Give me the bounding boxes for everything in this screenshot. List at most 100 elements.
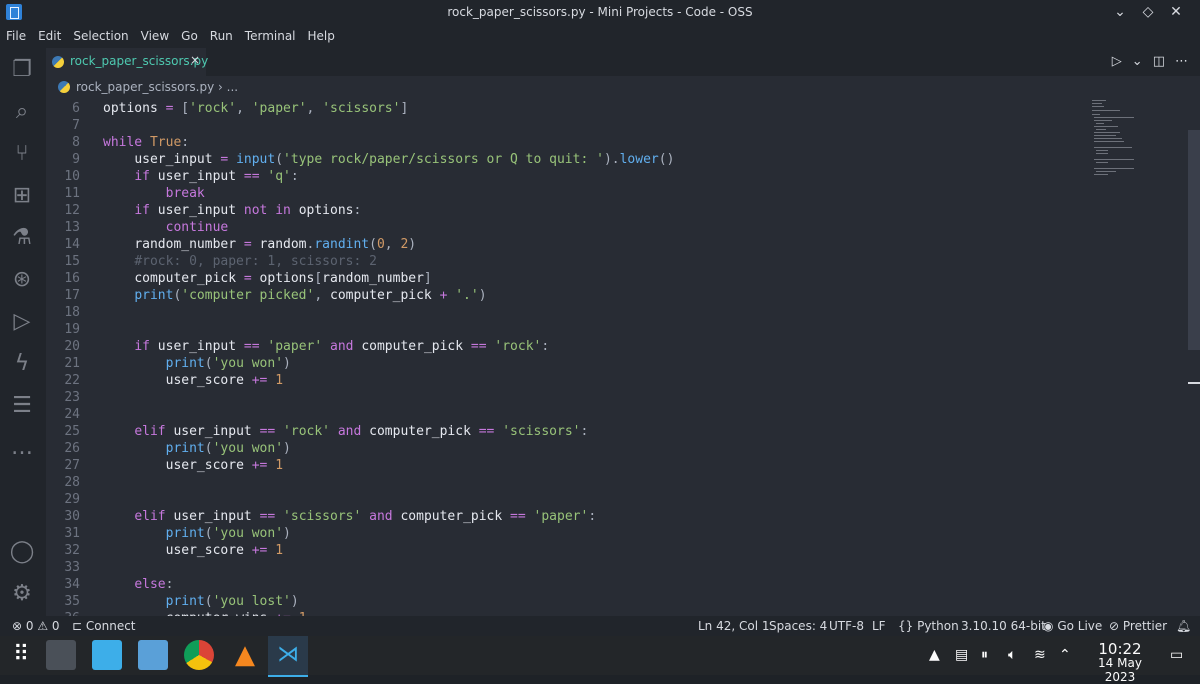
database-icon[interactable]: ☰ (8, 392, 36, 420)
code-text: if user_input not in options: (134, 203, 362, 218)
menu-run[interactable]: Run (204, 26, 239, 48)
clipboard-icon[interactable]: ▤ (955, 647, 968, 663)
eol-status[interactable]: LF (872, 619, 886, 633)
minimap[interactable] (1090, 98, 1160, 178)
tab-label: rock_paper_scissors.py (70, 54, 209, 68)
line-number: 10 (64, 169, 80, 184)
vlc-icon[interactable]: ▲ (230, 640, 260, 670)
code-line: 6 options = ['rock', 'paper', 'scissors'] (46, 100, 1146, 117)
system-clock[interactable]: 10:22 14 May 2023 (1086, 640, 1154, 684)
code-line: 35 print('you lost') (46, 593, 1146, 610)
minimize-icon[interactable]: ⌄ (1112, 4, 1128, 20)
line-number: 30 (64, 509, 80, 524)
tab-close-icon[interactable]: × (190, 53, 200, 67)
menu-edit[interactable]: Edit (32, 26, 67, 48)
menu-help[interactable]: Help (302, 26, 341, 48)
volume-icon[interactable]: 🔈︎ (1008, 647, 1016, 663)
menu-view[interactable]: View (135, 26, 175, 48)
tray-expand-icon[interactable]: ⌃ (1059, 647, 1071, 663)
settings-gear-icon[interactable]: ⚙ (8, 580, 36, 608)
prettier-status[interactable]: ⊘ Prettier (1109, 619, 1167, 633)
menu-selection[interactable]: Selection (67, 26, 134, 48)
python-interpreter[interactable]: 3.10.10 64-bit (961, 619, 1046, 633)
menu-file[interactable]: File (0, 26, 32, 48)
code-text: if user_input == 'paper' and computer_pi… (134, 339, 550, 354)
indentation-status[interactable]: Spaces: 4 (769, 619, 827, 633)
line-number: 24 (64, 407, 80, 422)
title-bar: rock_paper_scissors.py - Mini Projects -… (0, 0, 1200, 26)
code-text: while True: (103, 135, 190, 150)
extensions-icon[interactable]: ⊞ (8, 182, 36, 210)
code-line: 11 break (46, 185, 1146, 202)
line-number: 33 (64, 560, 80, 575)
connect-label: Connect (85, 619, 136, 633)
maximize-icon[interactable]: ◇ (1140, 4, 1156, 20)
code-line: 24 (46, 406, 1146, 423)
testing-icon[interactable]: ⚗ (8, 224, 36, 252)
code-line: 30 elif user_input == 'scissors' and com… (46, 508, 1146, 525)
line-number: 11 (64, 186, 80, 201)
plug-icon: ⊏ (72, 619, 83, 633)
notifications-bell-icon[interactable]: 🔔︎ (1176, 619, 1191, 633)
source-control-icon[interactable]: ⑂ (8, 140, 36, 168)
encoding-status[interactable]: UTF-8 (829, 619, 864, 633)
breadcrumb-file[interactable]: rock_paper_scissors.py › ... (76, 80, 238, 94)
tab-rock-paper-scissors[interactable]: rock_paper_scissors.py × (46, 48, 209, 76)
split-editor-icon[interactable]: ◫ (1153, 54, 1165, 69)
vlc-tray-icon[interactable]: ▲ (929, 647, 940, 663)
app-launcher-icon[interactable]: ⠿ (6, 640, 36, 670)
git-graph-icon[interactable]: ⊛ (8, 266, 36, 294)
connect-status[interactable]: ⊏ Connect (72, 619, 136, 633)
line-number: 28 (64, 475, 80, 490)
wifi-icon[interactable]: ≋ (1034, 647, 1046, 663)
code-text: print('you lost') (165, 594, 299, 609)
code-editor[interactable]: 6 options = ['rock', 'paper', 'scissors']… (46, 98, 1188, 616)
code-line: 22 user_score += 1 (46, 372, 1146, 389)
code-line: 34 else: (46, 576, 1146, 593)
close-icon[interactable]: ✕ (1168, 4, 1184, 20)
cursor-position[interactable]: Ln 42, Col 1 (698, 619, 770, 633)
line-number: 19 (64, 322, 80, 337)
prettier-icon: ⊘ (1109, 619, 1120, 633)
run-debug-icon[interactable]: ▷ (8, 308, 36, 336)
code-text: computer_pick = options[random_number] (134, 271, 432, 286)
search-icon[interactable]: ⌕ (8, 98, 36, 126)
more-actions-icon[interactable]: ⋯ (1175, 54, 1188, 69)
code-line: 32 user_score += 1 (46, 542, 1146, 559)
system-settings-icon[interactable] (46, 640, 76, 670)
media-pause-icon[interactable]: ⏸︎ (981, 647, 988, 663)
run-dropdown-icon[interactable]: ⌄ (1132, 54, 1143, 69)
line-number: 14 (64, 237, 80, 252)
discover-store-icon[interactable] (92, 640, 122, 670)
code-text: random_number = random.randint(0, 2) (134, 237, 417, 252)
run-file-icon[interactable]: ▷ (1112, 54, 1122, 69)
menu-go[interactable]: Go (175, 26, 204, 48)
line-number: 7 (72, 118, 80, 133)
go-live-button[interactable]: ◉ Go Live (1043, 619, 1102, 633)
line-number: 23 (64, 390, 80, 405)
breadcrumb-file-label: rock_paper_scissors.py (76, 80, 215, 94)
code-line: 31 print('you won') (46, 525, 1146, 542)
explorer-icon[interactable]: ❐ (8, 56, 36, 84)
line-number: 34 (64, 577, 80, 592)
code-text: if user_input == 'q': (134, 169, 299, 184)
vscode-icon[interactable]: ⋊ (273, 640, 303, 670)
lightning-icon[interactable]: ϟ (8, 350, 36, 378)
clock-date: 14 May 2023 (1098, 656, 1142, 684)
file-manager-icon[interactable] (138, 640, 168, 670)
scrollbar-thumb[interactable] (1188, 130, 1200, 350)
show-desktop-icon[interactable]: ▭ (1170, 647, 1183, 663)
code-line: 25 elif user_input == 'rock' and compute… (46, 423, 1146, 440)
line-number: 18 (64, 305, 80, 320)
problems-status[interactable]: ⊗ 0 ⚠ 0 (12, 619, 60, 633)
breadcrumb-rest: › ... (218, 80, 239, 94)
prettier-label: Prettier (1122, 619, 1168, 633)
more-icon[interactable]: … (8, 434, 36, 462)
code-text: #rock: 0, paper: 1, scissors: 2 (134, 254, 377, 269)
line-number: 21 (64, 356, 80, 371)
line-number: 9 (72, 152, 80, 167)
account-icon[interactable]: ◯ (8, 538, 36, 566)
language-mode[interactable]: {} Python (898, 619, 959, 633)
chrome-icon[interactable] (184, 640, 214, 670)
menu-terminal[interactable]: Terminal (239, 26, 302, 48)
